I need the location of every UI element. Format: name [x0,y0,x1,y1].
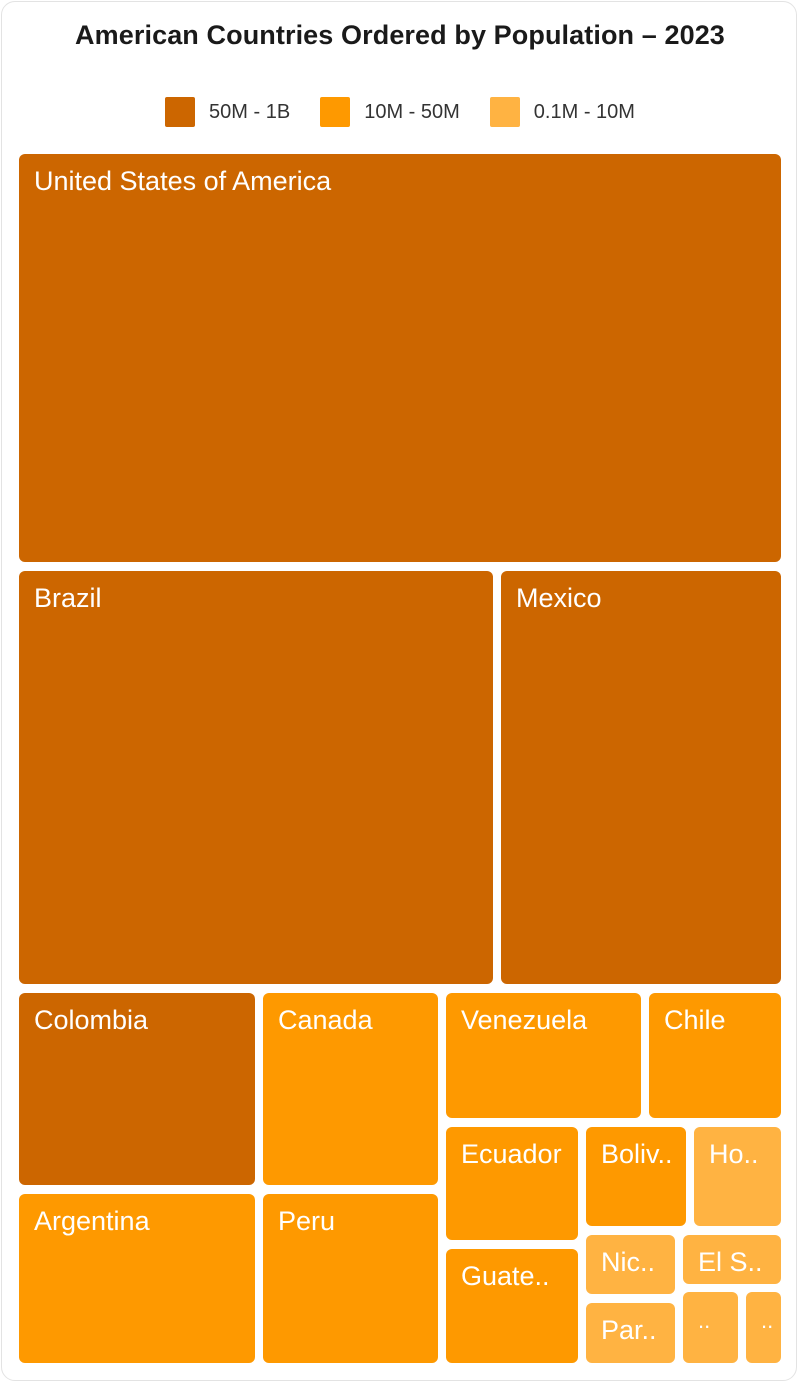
tile-label-brazil: Brazil [34,583,102,613]
tile-label-honduras: Ho.. [709,1139,759,1169]
tile-label-other: .. [761,1308,773,1333]
tile-label-argentina: Argentina [34,1206,151,1236]
tile-label-mexico: Mexico [516,583,602,613]
tile-label-nicaragua: Nic.. [601,1247,655,1277]
tile-label-canada: Canada [278,1005,374,1035]
tile-label-guatemala: Guate.. [461,1261,550,1291]
tile-label-el-salvador: El S.. [698,1247,763,1277]
tile-label-united-states-of-america: United States of America [34,166,332,196]
tile-label-chile: Chile [664,1005,726,1035]
treemap-plot: United States of America Brazil Mexico Colo… [19,154,781,1363]
tile-label-paraguay: Par.. [601,1315,657,1345]
tile-united-states-of-america[interactable] [19,154,781,562]
tile-other[interactable] [683,1292,738,1363]
tile-brazil[interactable] [19,571,493,984]
tile-label-ecuador: Ecuador [461,1139,562,1169]
tile-label-other: .. [698,1308,710,1333]
tile-label-bolivia: Boliv.. [601,1139,673,1169]
tile-mexico[interactable] [501,571,781,984]
tile-label-venezuela: Venezuela [461,1005,588,1035]
tile-label-colombia: Colombia [34,1005,149,1035]
tile-label-peru: Peru [278,1206,335,1236]
